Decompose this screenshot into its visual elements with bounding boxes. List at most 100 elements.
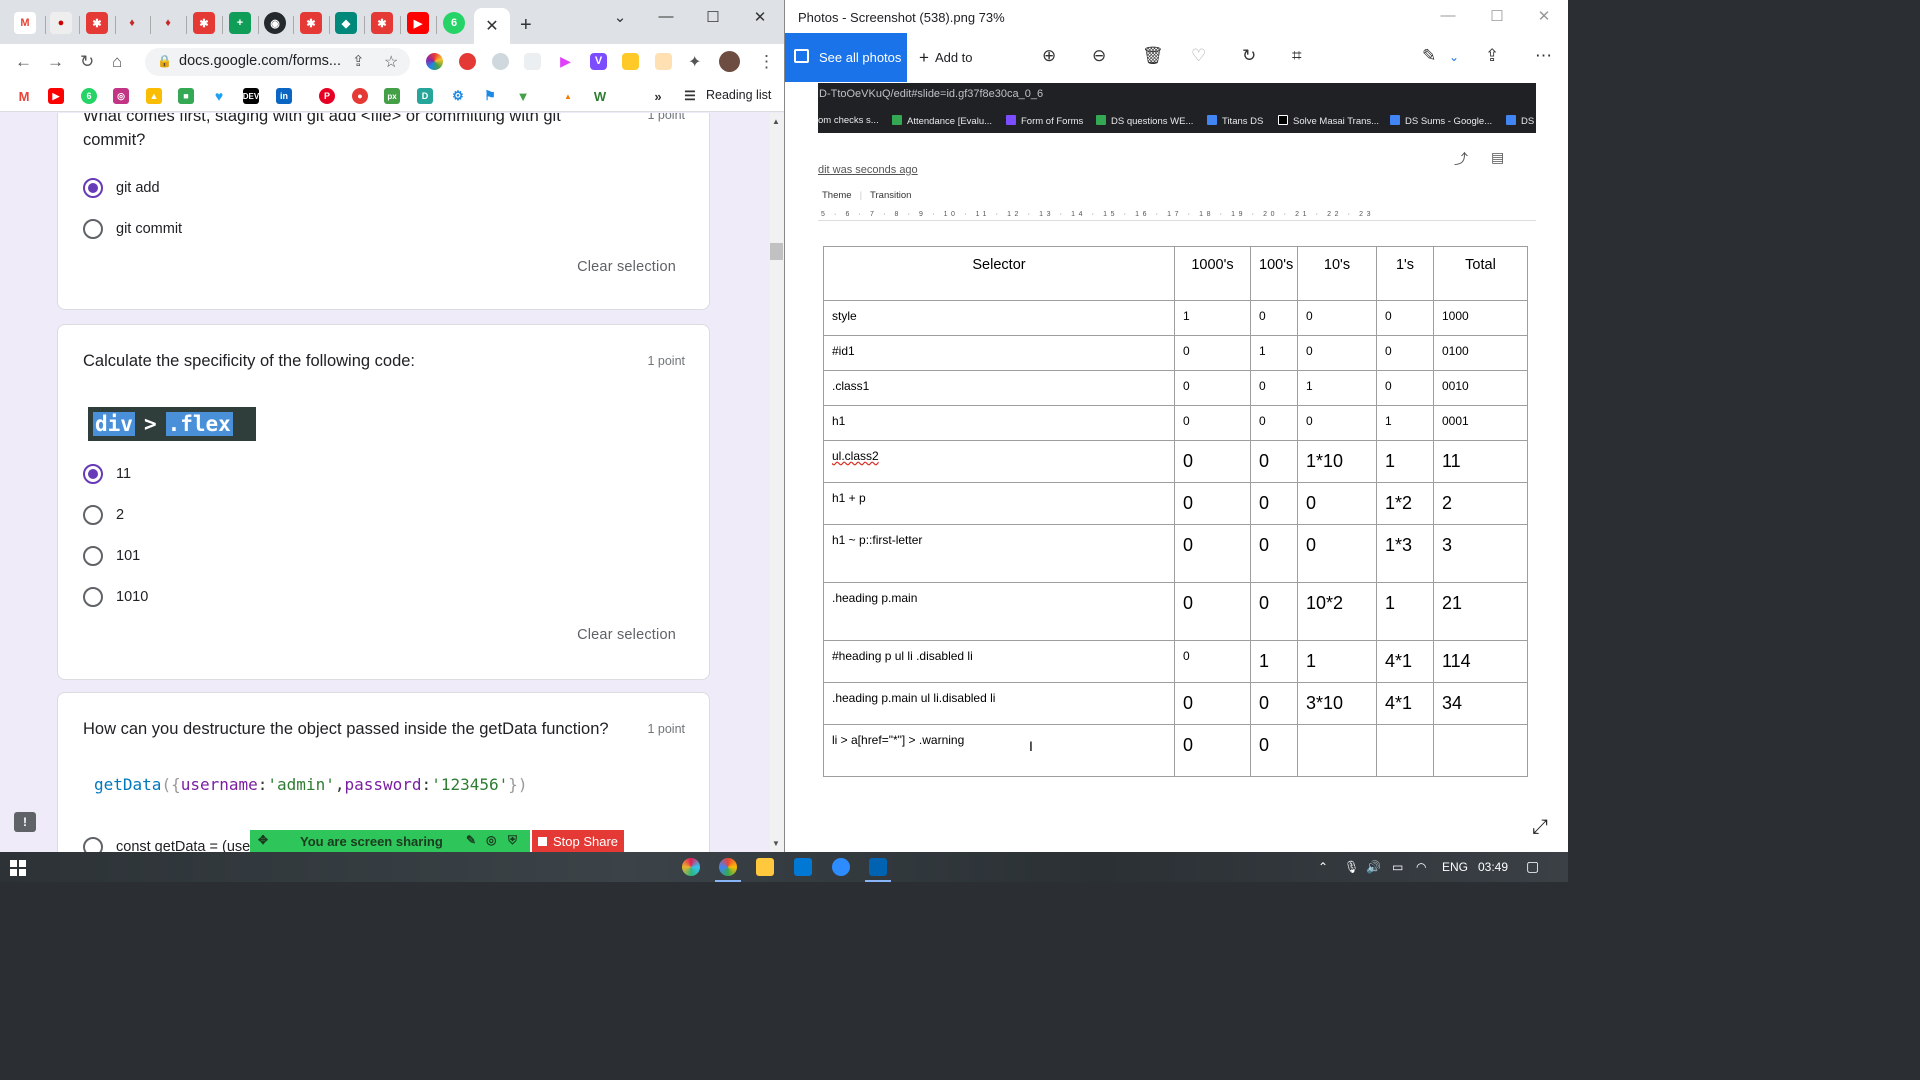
bookmark-dev-icon[interactable]: DEV [243,88,259,104]
rotate-icon[interactable]: ↻ [1242,46,1256,66]
mic-muted-icon[interactable]: ✎ [466,833,476,847]
radio-selected[interactable] [83,464,103,484]
volume-icon[interactable]: 🔊 [1366,860,1381,874]
bookmark-px-icon[interactable]: px [384,88,400,104]
menu-kebab-icon[interactable]: ⋮ [758,52,775,72]
notifications-icon[interactable]: ▢ [1526,858,1539,875]
play-extension-icon[interactable]: ▶ [557,53,574,70]
tab-whatsapp[interactable]: 6 [443,12,465,34]
slack-taskbar-icon[interactable] [682,858,700,876]
shield-icon[interactable]: ⛨ [508,833,517,848]
windows-start-icon[interactable] [10,860,26,876]
option-101[interactable]: 101 [83,545,140,567]
tab-maps-2[interactable]: ♦ [157,12,179,34]
vscode-taskbar-icon[interactable] [794,858,812,876]
color-picker-extension-icon[interactable] [426,53,443,70]
extensions-puzzle-icon[interactable]: ✦ [688,52,701,72]
clock[interactable]: 03:49 [1478,860,1508,874]
bookmark-d-icon[interactable]: D [417,88,433,104]
extension-icon[interactable] [524,53,541,70]
radio-unselected[interactable] [83,219,103,239]
fullscreen-expand-icon[interactable]: ⤢ [1532,816,1548,839]
reading-list-icon[interactable]: ☰ [682,88,698,104]
home-icon[interactable]: ⌂ [112,52,122,72]
photos-taskbar-icon[interactable] [869,858,887,876]
share-icon[interactable]: ⇪ [352,52,365,70]
see-all-photos-button[interactable]: See all photos [785,33,907,82]
share-icon[interactable]: ⇪ [1485,46,1499,66]
add-to-button[interactable]: + Add to [919,48,973,68]
extension-icon[interactable] [492,53,509,70]
delete-icon[interactable]: 🗑 [1142,46,1164,66]
bookmark-record-icon[interactable]: ● [352,88,368,104]
scroll-down-icon[interactable]: ▼ [772,839,780,848]
minimize-icon[interactable]: — [1433,7,1463,24]
mic-icon[interactable]: 🎙 [1344,860,1359,874]
close-window-icon[interactable]: ✕ [1529,7,1559,25]
bookmark-drive-icon[interactable]: ▲ [146,88,162,104]
close-window-icon[interactable]: ✕ [745,8,775,26]
show-hidden-icons[interactable]: ⌃ [1318,860,1328,874]
favorite-heart-icon[interactable]: ♡ [1191,46,1206,66]
reload-icon[interactable]: ↻ [80,52,94,72]
option-1010[interactable]: 1010 [83,586,148,608]
minimize-icon[interactable]: — [651,8,681,25]
maximize-icon[interactable]: ☐ [1482,7,1512,25]
avatar[interactable] [719,51,740,72]
v-extension-icon[interactable]: V [590,53,607,70]
tab-youtube[interactable]: ▶ [407,12,429,34]
tab-masai-2[interactable]: ✱ [193,12,215,34]
tab-github[interactable]: ◉ [264,12,286,34]
tab-gmail[interactable]: M [14,12,36,34]
bookmark-gear-icon[interactable]: ⚙ [450,88,466,104]
wifi-icon[interactable]: ◠ [1416,860,1426,874]
more-options-icon[interactable]: ⋯ [1535,46,1552,66]
tab-masai-4[interactable]: ✱ [371,12,393,34]
feedback-icon[interactable]: ! [14,812,36,832]
option-git-commit[interactable]: git commit [83,218,182,240]
record-icon[interactable]: ◎ [486,833,496,847]
page-scrollbar[interactable]: ▲ ▼ [770,113,784,852]
drag-handle-icon[interactable]: ✥ [258,833,268,847]
radio-unselected[interactable] [83,587,103,607]
bookmark-pma-icon[interactable]: ▲ [560,88,576,104]
reading-list-link[interactable]: Reading list [706,88,771,102]
bookmark-twitter-icon[interactable]: ♥ [211,88,227,104]
tab-search-icon[interactable]: ⌄ [605,8,635,26]
option-2[interactable]: 2 [83,504,124,526]
active-tab[interactable]: ✕ [474,8,510,44]
maximize-icon[interactable]: ☐ [698,8,728,26]
zoom-taskbar-icon[interactable] [832,858,850,876]
tab-masai[interactable]: ✱ [86,12,108,34]
tab-maps[interactable]: ♦ [121,12,143,34]
radio-unselected[interactable] [83,837,103,852]
bookmark-whatsapp-icon[interactable]: 6 [81,88,97,104]
option-partial[interactable]: const getData = (use [83,836,250,852]
radio-unselected[interactable] [83,546,103,566]
scrollbar-thumb[interactable] [770,243,783,260]
bookmark-instagram-icon[interactable]: ◎ [113,88,129,104]
tab-app[interactable]: ◆ [335,12,357,34]
bookmark-star-icon[interactable]: ☆ [384,52,398,72]
bookmark-flag-icon[interactable]: ⚑ [482,88,498,104]
battery-icon[interactable]: ▭ [1392,860,1403,874]
bookmark-meet-icon[interactable]: ■ [178,88,194,104]
new-tab-button[interactable]: + [520,14,532,37]
chrome-taskbar-icon[interactable] [719,858,737,876]
crop-icon[interactable]: ⌗ [1292,46,1302,66]
clear-selection-button[interactable]: Clear selection [577,627,676,643]
language-indicator[interactable]: ENG [1442,860,1468,874]
more-bookmarks-icon[interactable]: » [650,88,666,104]
chevron-down-icon[interactable]: ⌄ [1449,50,1459,64]
file-explorer-taskbar-icon[interactable] [756,858,774,876]
clear-selection-button[interactable]: Clear selection [577,259,676,275]
bookmark-vue-icon[interactable]: ▼ [515,88,531,104]
forward-icon[interactable]: → [47,52,64,72]
radio-unselected[interactable] [83,505,103,525]
pokeball-extension-icon[interactable] [459,53,476,70]
edit-enhance-icon[interactable]: ✎ [1422,46,1436,66]
stop-share-button[interactable]: Stop Share [532,830,624,852]
bookmark-youtube-icon[interactable]: ▶ [48,88,64,104]
tab-masai-3[interactable]: ✱ [300,12,322,34]
address-bar[interactable]: 🔒 docs.google.com/forms... [145,48,410,76]
